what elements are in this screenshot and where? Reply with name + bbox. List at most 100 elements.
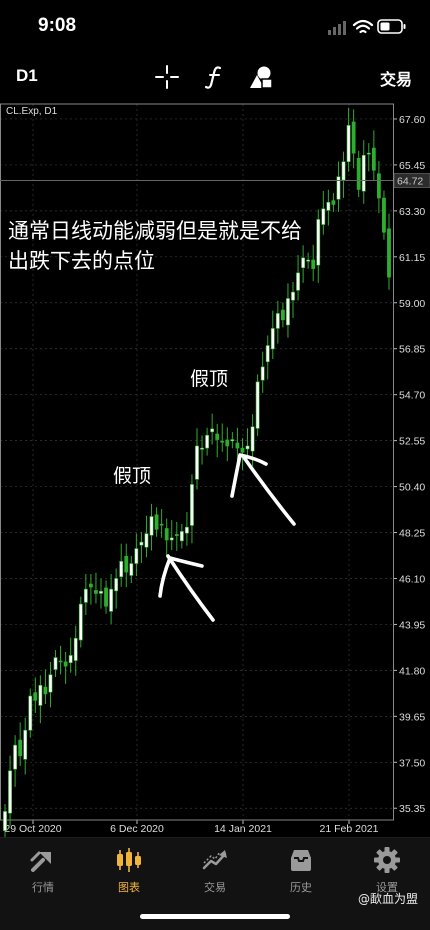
settings-icon xyxy=(374,847,400,873)
candle-body xyxy=(73,638,78,661)
objects-icon[interactable] xyxy=(248,64,274,90)
candle-body xyxy=(341,161,346,181)
candle-body xyxy=(235,442,240,449)
candle-body xyxy=(13,744,18,770)
candle-body xyxy=(149,516,154,536)
timeframe-selector[interactable]: D1 xyxy=(16,66,38,86)
candle-body xyxy=(58,660,63,663)
candlestick-chart[interactable]: 67.60 65.45 63.30 61.15 59.00 56.85 54.70 52.55… xyxy=(0,100,430,837)
candle-body xyxy=(205,434,210,449)
candle-body xyxy=(255,381,260,429)
candle xyxy=(260,351,265,393)
candle-body xyxy=(220,440,225,443)
candle xyxy=(265,335,270,380)
candle xyxy=(190,474,194,544)
x-tick-label: 14 Jan 2021 xyxy=(214,823,272,835)
annotation-text: 通常日线动能减弱但是就是不给出跌下去的点位 xyxy=(8,219,302,273)
candle-body xyxy=(109,588,114,612)
y-tick-label: 50.40 xyxy=(399,482,425,494)
candle-body xyxy=(230,439,235,442)
candle-body xyxy=(331,200,336,205)
candle-body xyxy=(280,309,285,321)
candle xyxy=(104,580,108,614)
candle xyxy=(225,427,230,462)
candle-body xyxy=(376,173,381,199)
candle-body xyxy=(387,228,391,278)
trade-button[interactable]: 交易 xyxy=(380,66,412,90)
candle-body xyxy=(179,531,184,542)
y-tick-label: 39.65 xyxy=(399,711,425,723)
candle-body xyxy=(195,445,199,480)
x-tick-label: 29 Oct 2020 xyxy=(4,823,61,835)
tab-quotes[interactable]: 行情 xyxy=(0,838,86,900)
candle xyxy=(361,140,366,204)
candle xyxy=(169,520,174,551)
tab-trade[interactable]: 交易 xyxy=(172,838,258,900)
tab-history-label: 历史 xyxy=(290,881,312,894)
candle-body xyxy=(356,157,361,190)
candle-body xyxy=(83,588,88,603)
candle xyxy=(291,282,295,318)
chart-axes: 67.60 65.45 63.30 61.15 59.00 56.85 54.70 52.55… xyxy=(0,103,425,835)
candle xyxy=(195,428,199,490)
candle-body xyxy=(23,729,28,760)
candle xyxy=(230,432,235,449)
candle xyxy=(321,190,326,235)
y-tick-label: 61.15 xyxy=(399,252,425,264)
candle xyxy=(149,503,154,551)
candle xyxy=(205,427,210,456)
candle-body xyxy=(371,147,376,171)
candle-body xyxy=(326,202,331,211)
y-tick-label: 52.55 xyxy=(399,436,425,448)
candle-body xyxy=(174,534,179,537)
candle-body xyxy=(48,674,53,693)
candle xyxy=(8,755,12,826)
candle xyxy=(387,213,391,290)
function-icon[interactable] xyxy=(202,64,228,90)
candle-body xyxy=(38,685,43,706)
candle xyxy=(48,662,53,708)
crosshair-icon[interactable] xyxy=(154,64,180,90)
candle-body xyxy=(114,578,119,592)
candle xyxy=(23,717,28,775)
candle xyxy=(311,244,316,282)
candle-body xyxy=(270,328,275,350)
candle-body xyxy=(164,528,169,541)
y-tick-label: 56.85 xyxy=(399,344,425,356)
candle-body xyxy=(366,152,371,155)
candle-body xyxy=(139,541,144,546)
candle-body xyxy=(33,692,38,701)
y-tick-label: 59.00 xyxy=(399,298,425,310)
candle-body xyxy=(260,366,265,381)
symbol-label: CL.Exp, D1 xyxy=(6,106,58,117)
candle xyxy=(164,518,169,558)
history-icon xyxy=(291,850,311,871)
tab-charts[interactable]: 图表 xyxy=(86,838,172,900)
watermark: @歃血为盟 xyxy=(357,892,418,906)
candle xyxy=(351,109,356,169)
signal-icon xyxy=(328,21,346,35)
candle xyxy=(94,572,98,604)
candle-body xyxy=(144,533,149,548)
candle xyxy=(28,688,33,738)
home-indicator xyxy=(140,914,290,919)
candle-body xyxy=(316,219,321,266)
candle-body xyxy=(3,811,7,831)
candle xyxy=(366,143,371,172)
battery-icon xyxy=(377,19,406,34)
candle-body xyxy=(134,548,139,564)
candle-body xyxy=(88,583,93,588)
candle-body xyxy=(215,433,220,440)
candle xyxy=(53,650,58,678)
candle xyxy=(114,568,119,609)
candle-body xyxy=(8,770,12,814)
candle xyxy=(382,190,386,240)
candle xyxy=(341,151,346,198)
candle xyxy=(109,573,114,625)
price-chart[interactable]: 67.60 65.45 63.30 61.15 59.00 56.85 54.70 52.55… xyxy=(0,100,430,837)
tab-history[interactable]: 历史 xyxy=(258,838,344,900)
candle xyxy=(68,637,73,673)
candle-body xyxy=(129,563,134,576)
candle xyxy=(83,573,88,616)
candle xyxy=(144,515,149,558)
